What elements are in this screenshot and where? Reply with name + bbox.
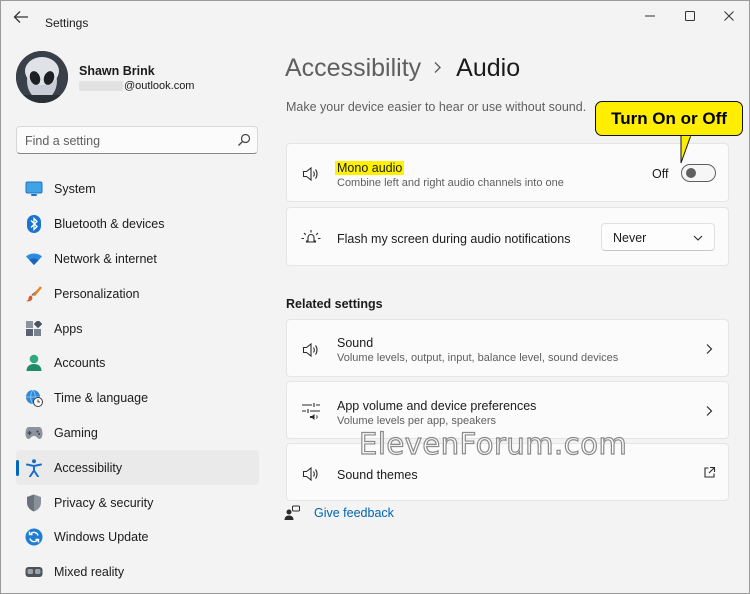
shield-icon xyxy=(25,494,43,512)
give-feedback[interactable]: Give feedback xyxy=(284,504,394,522)
apps-icon xyxy=(25,320,43,338)
sidebar-item-personalization[interactable]: Personalization xyxy=(16,276,259,311)
breadcrumb-parent[interactable]: Accessibility xyxy=(285,54,421,83)
wifi-icon xyxy=(25,250,43,268)
sidebar-item-label: Bluetooth & devices xyxy=(54,217,165,232)
sidebar-item-label: Time & language xyxy=(54,391,149,406)
mono-audio-state-label: Off xyxy=(652,167,669,181)
app-volume-icon xyxy=(301,401,321,421)
page-title: Audio xyxy=(456,53,521,82)
speaker-icon xyxy=(301,164,321,184)
sidebar-nav: System Bluetooth & devices Network & int… xyxy=(16,172,259,590)
maximize-icon[interactable] xyxy=(677,7,703,25)
mono-audio-toggle[interactable] xyxy=(681,164,716,182)
brush-icon xyxy=(25,285,43,303)
back-arrow-icon[interactable] xyxy=(13,10,33,28)
gamepad-icon xyxy=(25,424,43,442)
mono-audio-title-text: Mono audio xyxy=(335,161,405,175)
breadcrumb-chevron-icon xyxy=(433,58,442,79)
sidebar-item-mixed-reality[interactable]: Mixed reality xyxy=(16,555,259,590)
mono-audio-description: Combine left and right audio channels in… xyxy=(337,177,564,189)
chevron-right-icon xyxy=(706,344,713,354)
system-icon xyxy=(25,180,43,198)
bluetooth-icon xyxy=(25,215,43,234)
user-name: Shawn Brink xyxy=(79,64,155,78)
give-feedback-link[interactable]: Give feedback xyxy=(314,506,394,520)
user-email: @outlook.com xyxy=(79,80,194,92)
sidebar-item-label: Accounts xyxy=(54,356,106,371)
app-volume-description: Volume levels per app, speakers xyxy=(337,415,496,427)
sidebar-item-windows-update[interactable]: Windows Update xyxy=(16,520,259,555)
sidebar-item-bluetooth[interactable]: Bluetooth & devices xyxy=(16,207,259,242)
sidebar-item-label: Accessibility xyxy=(54,460,123,475)
accounts-icon xyxy=(25,354,43,372)
sidebar-item-network[interactable]: Network & internet xyxy=(16,242,259,277)
sidebar-item-accessibility[interactable]: Accessibility xyxy=(16,450,259,486)
open-external-icon xyxy=(704,466,716,478)
sound-title: Sound xyxy=(337,336,374,350)
accessibility-icon xyxy=(25,458,43,477)
sidebar-item-time-language[interactable]: Time & language xyxy=(16,381,259,416)
sidebar-item-gaming[interactable]: Gaming xyxy=(16,416,259,451)
sidebar-item-label: Privacy & security xyxy=(54,495,154,510)
search-input[interactable] xyxy=(25,132,225,149)
flash-screen-title: Flash my screen during audio notificatio… xyxy=(337,232,571,246)
active-indicator xyxy=(16,460,19,477)
chevron-down-icon xyxy=(693,235,703,241)
sidebar-item-label: Personalization xyxy=(54,286,140,301)
sidebar-item-label: Apps xyxy=(54,321,83,336)
app-volume-title: App volume and device preferences xyxy=(337,399,537,413)
app-volume-card[interactable]: App volume and device preferences Volume… xyxy=(286,381,729,439)
app-title: Settings xyxy=(45,16,89,30)
sidebar-item-system[interactable]: System xyxy=(16,172,259,207)
search-icon[interactable] xyxy=(237,133,251,147)
globe-clock-icon xyxy=(25,389,43,408)
search-box[interactable] xyxy=(16,126,258,154)
email-redaction xyxy=(79,81,123,91)
chevron-right-icon xyxy=(706,406,713,416)
sidebar-item-label: Mixed reality xyxy=(54,565,125,580)
flash-bell-icon xyxy=(301,228,321,248)
email-suffix: @outlook.com xyxy=(124,80,195,92)
update-icon xyxy=(25,528,43,546)
minimize-icon[interactable] xyxy=(637,7,663,25)
sidebar-item-apps[interactable]: Apps xyxy=(16,311,259,346)
dropdown-value: Never xyxy=(613,231,647,245)
page-subtitle: Make your device easier to hear or use w… xyxy=(286,100,587,114)
sound-themes-title: Sound themes xyxy=(337,468,418,482)
sidebar-item-label: Gaming xyxy=(54,425,98,440)
flash-screen-dropdown[interactable]: Never xyxy=(601,223,715,251)
breadcrumb: Accessibility Audio xyxy=(285,51,520,85)
sound-themes-card[interactable]: Sound themes xyxy=(286,443,729,501)
feedback-icon xyxy=(284,505,300,520)
sidebar-item-label: System xyxy=(54,182,96,197)
flash-screen-card: Flash my screen during audio notificatio… xyxy=(286,207,729,266)
sidebar-item-privacy-security[interactable]: Privacy & security xyxy=(16,485,259,520)
sound-themes-icon xyxy=(301,464,321,484)
avatar[interactable] xyxy=(16,51,68,103)
speaker-icon xyxy=(301,340,321,360)
close-icon[interactable] xyxy=(716,7,742,25)
sound-description: Volume levels, output, input, balance le… xyxy=(337,352,619,364)
mono-audio-title: Mono audio xyxy=(335,161,405,175)
sound-card[interactable]: Sound Volume levels, output, input, bala… xyxy=(286,319,729,377)
settings-window: Settings Shawn Brink @outlook.com Find a… xyxy=(0,0,750,594)
sidebar-item-label: Windows Update xyxy=(54,530,149,545)
callout-pointer xyxy=(680,135,692,164)
sidebar-item-label: Network & internet xyxy=(54,251,157,266)
sidebar-item-accounts[interactable]: Accounts xyxy=(16,346,259,381)
toggle-knob xyxy=(686,168,696,178)
callout-annotation: Turn On or Off xyxy=(595,101,743,136)
title-bar: Settings xyxy=(1,1,750,37)
related-settings-heading: Related settings xyxy=(286,297,383,311)
vr-headset-icon xyxy=(25,563,43,581)
